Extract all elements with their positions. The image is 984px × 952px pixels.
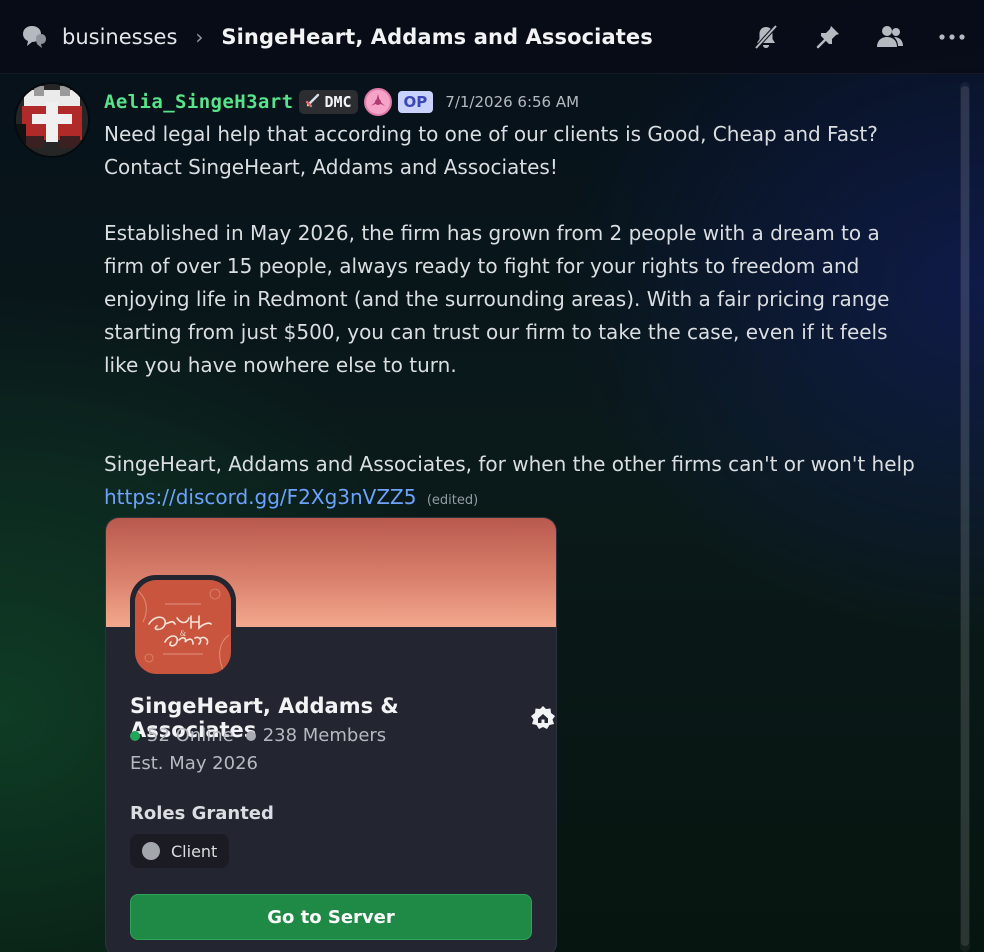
op-badge: OP — [397, 91, 434, 113]
header-toolbar — [750, 0, 968, 74]
breadcrumb-separator: › — [195, 24, 204, 49]
server-icon[interactable]: & — [135, 580, 231, 674]
scrollbar-thumb[interactable] — [961, 86, 969, 946]
community-badge-icon — [530, 705, 556, 731]
avatar[interactable] — [16, 84, 88, 156]
mute-notifications-icon[interactable] — [750, 21, 782, 53]
svg-text:&: & — [180, 630, 186, 638]
message-timestamp[interactable]: 7/1/2026 6:56 AM — [445, 93, 579, 111]
go-to-server-button[interactable]: Go to Server — [130, 894, 532, 940]
scrollbar-track[interactable] — [960, 82, 970, 952]
member-count: 238 Members — [262, 725, 387, 746]
edited-label: (edited) — [426, 493, 479, 508]
clan-tag[interactable]: DMC — [299, 90, 358, 114]
forum-thread-icon — [18, 22, 48, 52]
role-color-dot — [142, 842, 160, 860]
message-paragraph: SingeHeart, Addams and Associates, for w… — [104, 452, 915, 476]
server-invite-card: & SingeHeart, Addams & Associates 52 Onl… — [105, 517, 557, 952]
role-chip: Client — [130, 834, 230, 868]
sword-icon — [305, 92, 321, 112]
thread-title: SingeHeart, Addams and Associates — [221, 24, 653, 49]
username[interactable]: Aelia_SingeH3art — [104, 91, 293, 113]
message-header: Aelia_SingeH3art DMC OP 7/1/2026 6:56 AM — [104, 88, 579, 116]
online-count: 52 Online — [147, 725, 234, 746]
server-stats: 52 Online 238 Members — [130, 725, 386, 746]
more-options-icon[interactable] — [936, 21, 968, 53]
role-badge-icon[interactable] — [363, 88, 392, 116]
pin-icon[interactable] — [812, 21, 844, 53]
roles-granted-heading: Roles Granted — [130, 803, 274, 824]
role-name: Client — [171, 841, 218, 861]
server-icon-frame: & — [130, 575, 236, 679]
message-content: Need legal help that according to one of… — [104, 118, 924, 517]
online-dot — [130, 730, 140, 741]
breadcrumb-channel[interactable]: businesses — [62, 25, 177, 49]
clan-tag-label: DMC — [324, 93, 352, 111]
message-paragraph-with-link: SingeHeart, Addams and Associates, for w… — [104, 448, 924, 517]
established-date: Est. May 2026 — [130, 753, 258, 774]
invite-link[interactable]: https://discord.gg/F2Xg3nVZZ5 — [104, 485, 416, 509]
members-dot — [245, 730, 256, 741]
thread-header: businesses › SingeHeart, Addams and Asso… — [0, 0, 984, 74]
members-icon[interactable] — [874, 21, 906, 53]
message-paragraph: Established in May 2026, the firm has gr… — [104, 221, 896, 377]
message-paragraph: Need legal help that according to one of… — [104, 122, 885, 179]
